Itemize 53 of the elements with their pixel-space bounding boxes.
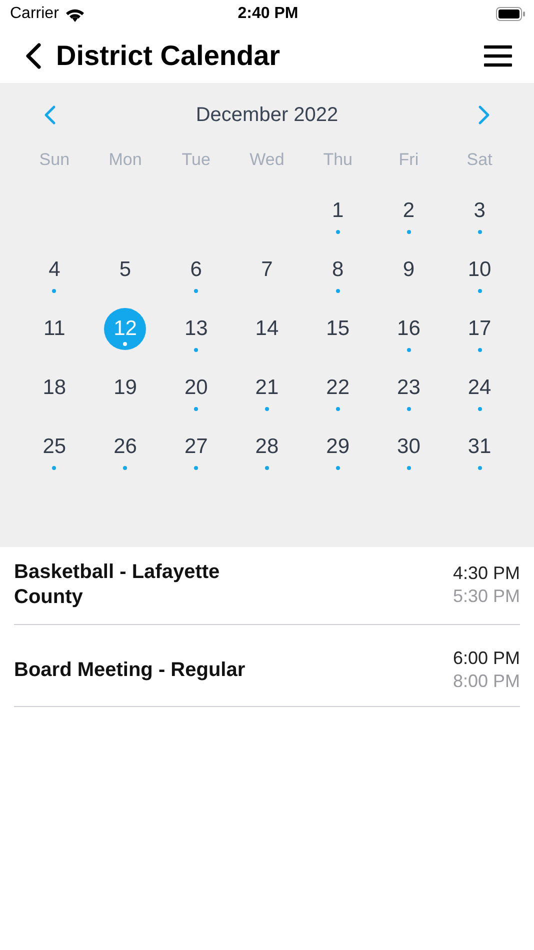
- calendar-day[interactable]: 30: [388, 426, 430, 468]
- event-row[interactable]: Basketball - Lafayette County 4:30 PM 5:30 PM: [14, 547, 520, 625]
- calendar-day[interactable]: 4: [33, 248, 76, 290]
- event-start-time: 4:30 PM: [452, 562, 520, 585]
- calendar-day[interactable]: 19: [104, 366, 146, 408]
- calendar-day[interactable]: 31: [458, 426, 501, 468]
- weekday-label: Mon: [108, 149, 143, 171]
- calendar-day[interactable]: 7: [246, 248, 288, 290]
- calendar-day[interactable]: 2: [388, 190, 430, 232]
- status-time: 2:40 PM: [238, 5, 298, 23]
- calendar-day[interactable]: 3: [458, 190, 501, 232]
- back-button[interactable]: [24, 42, 44, 68]
- weekday-label: Fri: [398, 149, 420, 171]
- carrier-label: Carrier: [10, 5, 59, 23]
- calendar-day[interactable]: 23: [388, 366, 430, 408]
- calendar-day[interactable]: 17: [458, 308, 501, 350]
- calendar-day[interactable]: 20: [175, 366, 218, 408]
- weekday-label: Sun: [38, 149, 71, 171]
- weekday-label: Sat: [466, 149, 494, 171]
- calendar-day[interactable]: 13: [175, 308, 218, 350]
- event-row[interactable]: Board Meeting - Regular 6:00 PM 8:00 PM: [14, 625, 520, 707]
- menu-button[interactable]: [484, 44, 512, 66]
- calendar-day[interactable]: 15: [316, 308, 359, 350]
- weekday-label: Thu: [322, 149, 354, 171]
- calendar-day[interactable]: 1: [316, 190, 359, 232]
- calendar-day[interactable]: 10: [458, 248, 501, 290]
- event-title: Board Meeting - Regular: [14, 658, 246, 682]
- calendar-day[interactable]: 8: [316, 248, 359, 290]
- weekday-label: Wed: [248, 149, 286, 171]
- calendar-day[interactable]: 21: [246, 366, 288, 408]
- calendar-day[interactable]: 11: [33, 308, 76, 350]
- calendar-day[interactable]: 22: [316, 366, 359, 408]
- calendar-day[interactable]: 16: [388, 308, 430, 350]
- calendar-day[interactable]: 9: [388, 248, 430, 290]
- calendar-day[interactable]: 14: [246, 308, 288, 350]
- calendar-day[interactable]: 18: [33, 366, 76, 408]
- event-end-time: 5:30 PM: [452, 585, 520, 608]
- month-title: December 2022: [196, 104, 338, 126]
- calendar-day[interactable]: 25: [33, 426, 76, 468]
- calendar-day[interactable]: 28: [246, 426, 288, 468]
- calendar-day[interactable]: 26: [104, 426, 146, 468]
- calendar-day[interactable]: 5: [104, 248, 146, 290]
- battery-icon: [496, 7, 526, 21]
- page-title: District Calendar: [56, 40, 282, 72]
- calendar-day[interactable]: 29: [316, 426, 359, 468]
- calendar-day[interactable]: 27: [175, 426, 218, 468]
- wifi-icon: [64, 6, 85, 22]
- calendar-day[interactable]: 24: [458, 366, 501, 408]
- calendar-day[interactable]: 6: [175, 248, 218, 290]
- weekday-label: Tue: [180, 149, 212, 171]
- event-end-time: 8:00 PM: [452, 670, 520, 693]
- event-start-time: 6:00 PM: [452, 647, 520, 670]
- event-title: Basketball - Lafayette County: [14, 560, 221, 610]
